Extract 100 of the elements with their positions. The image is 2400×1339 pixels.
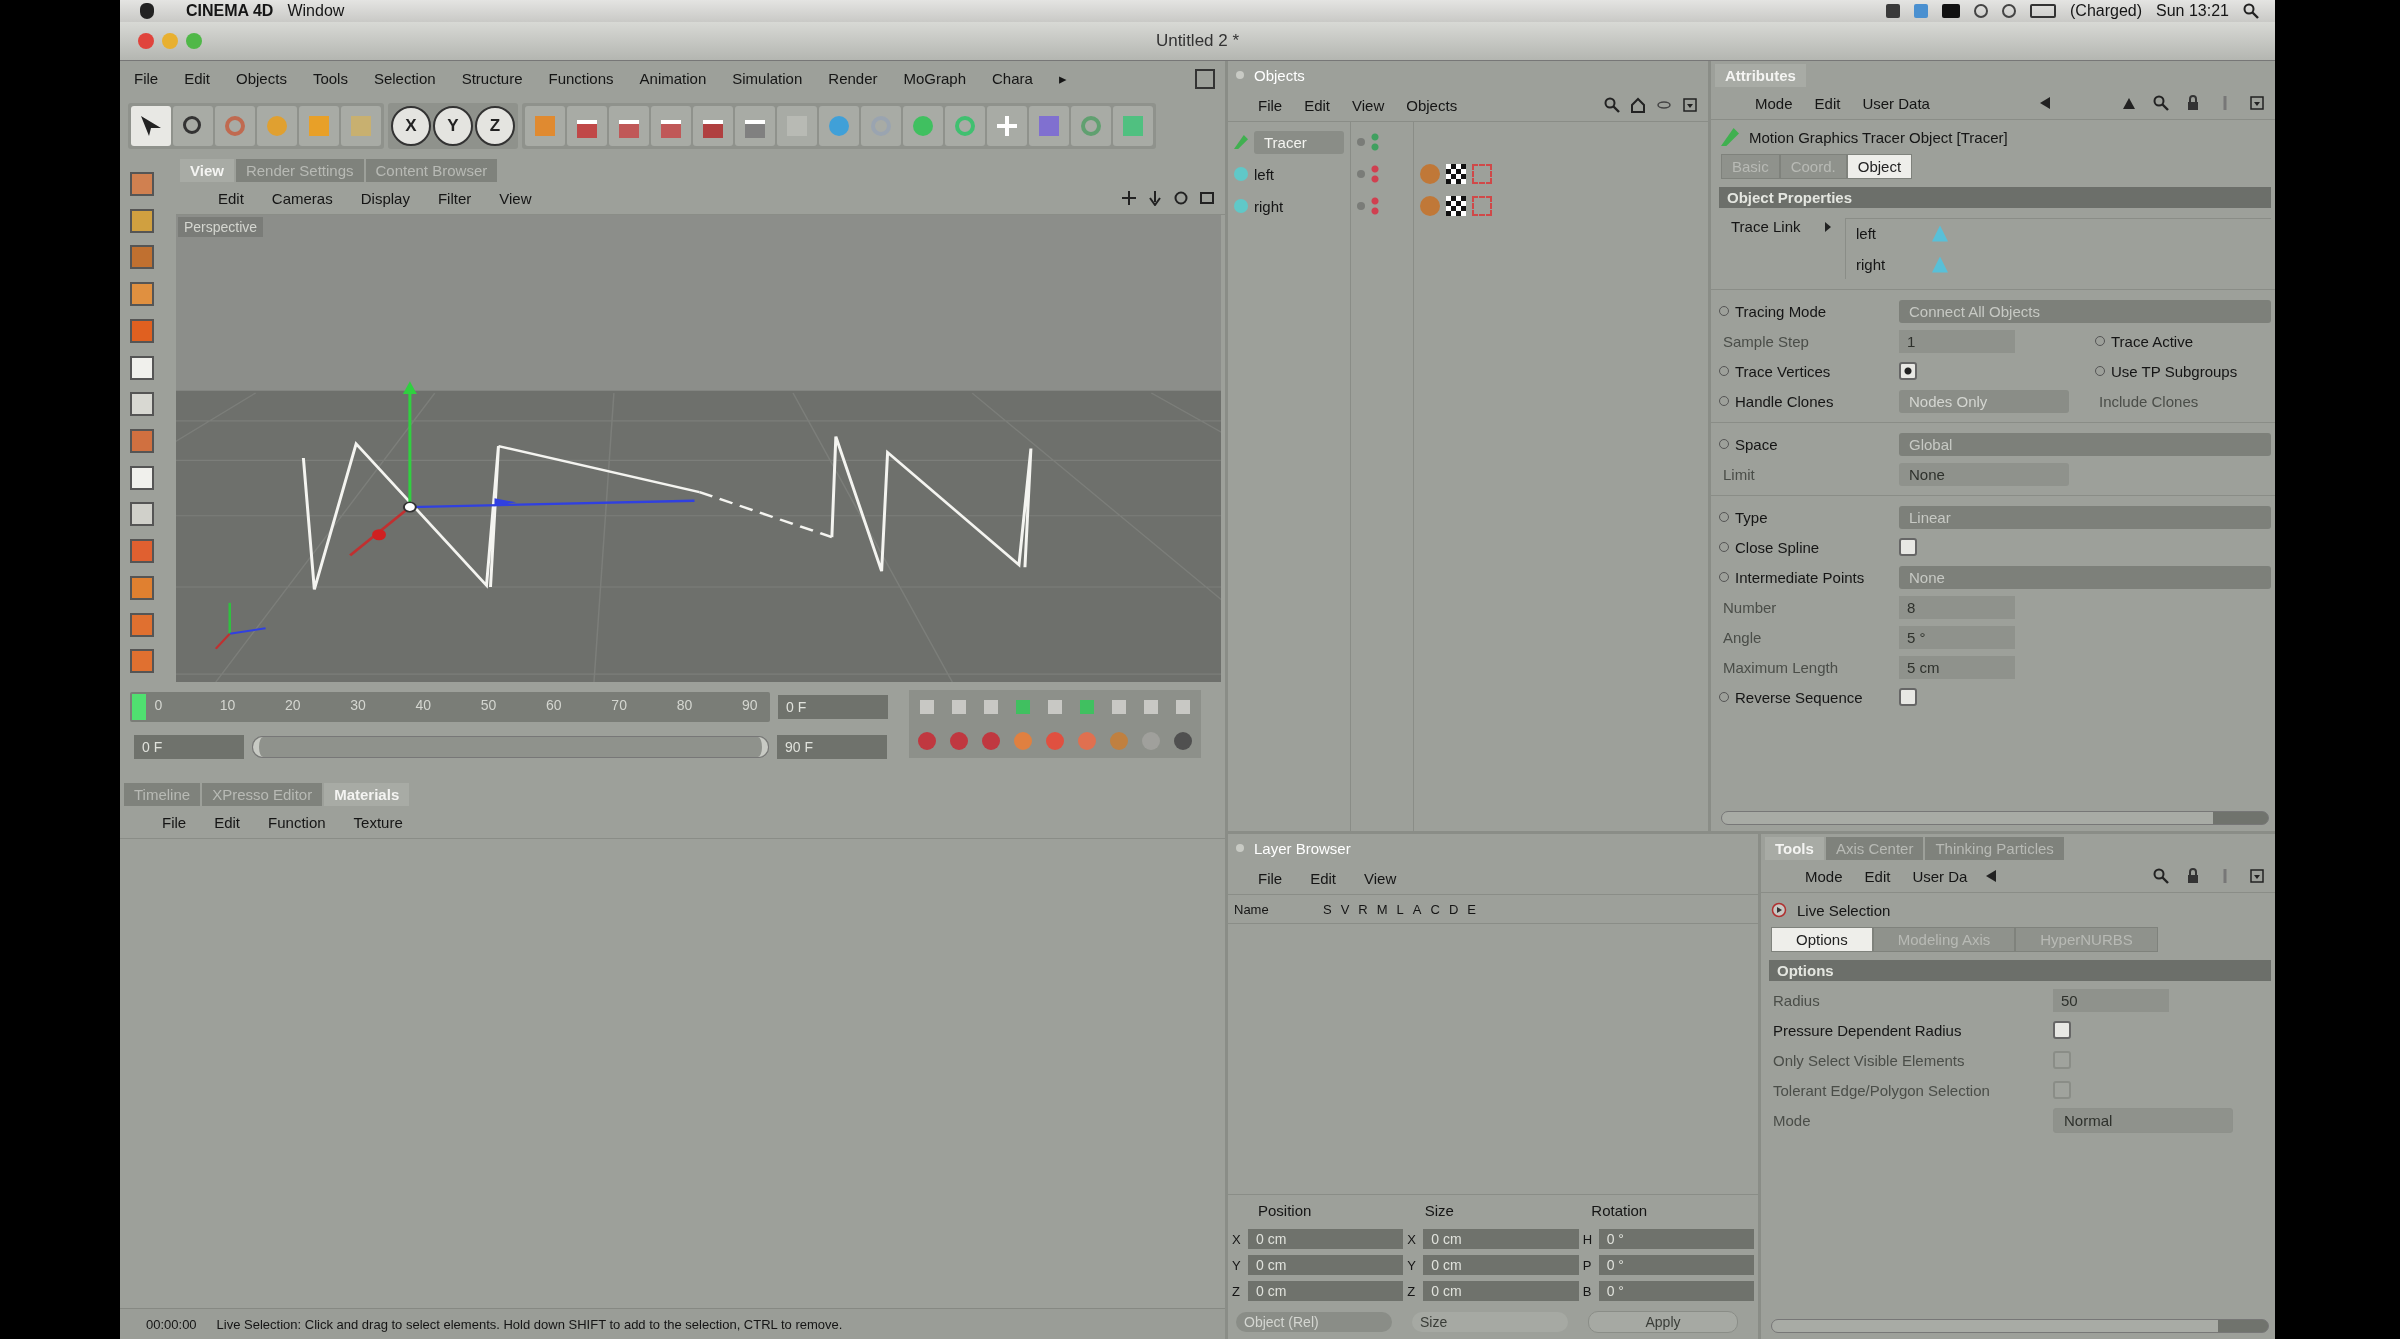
frame-field[interactable]: 0 F — [778, 695, 888, 719]
column-header[interactable]: M — [1376, 901, 1388, 917]
apple-icon[interactable] — [140, 3, 154, 19]
tab[interactable]: Object — [1846, 154, 1913, 179]
menu-item[interactable]: File — [134, 70, 159, 87]
move-icon[interactable] — [1121, 190, 1137, 206]
menu-item[interactable]: Functions — [548, 70, 614, 87]
menu-item[interactable]: View — [499, 189, 532, 207]
battery-icon[interactable] — [2030, 4, 2056, 18]
panel-menu-icon[interactable] — [2249, 868, 2265, 884]
column-header[interactable]: C — [1430, 901, 1440, 917]
menu-item[interactable]: File — [1258, 96, 1283, 114]
tag-icon[interactable] — [1420, 164, 1440, 184]
search-icon[interactable] — [2153, 95, 2169, 111]
spline-drawing[interactable] — [302, 435, 1033, 591]
lock-icon[interactable] — [2185, 868, 2201, 884]
menu-item[interactable]: Chara — [992, 70, 1033, 87]
down-arrow-icon[interactable] — [1147, 190, 1163, 206]
app-menu[interactable]: CINEMA 4D — [186, 2, 274, 20]
grid-tag-icon[interactable] — [1472, 196, 1492, 216]
visibility-dot-icon[interactable] — [1357, 202, 1365, 210]
menu-item[interactable]: Edit — [1310, 869, 1337, 887]
checkbox[interactable] — [1899, 362, 1917, 380]
spline-segment[interactable] — [699, 490, 833, 539]
column-header[interactable]: Name — [1234, 901, 1314, 917]
coordinate-field[interactable]: 0 cm — [1248, 1255, 1404, 1275]
layout-icon[interactable] — [1195, 68, 1215, 89]
visibility-dot-icon[interactable] — [1357, 170, 1365, 178]
coordinate-field[interactable]: 0 ° — [1598, 1281, 1754, 1301]
visibility-dots-icon[interactable] — [1371, 164, 1379, 184]
menu-item[interactable]: Edit — [1304, 96, 1331, 114]
object-name[interactable]: left — [1254, 165, 1274, 183]
axis-lock-button[interactable]: Z — [475, 106, 515, 146]
search-icon[interactable] — [1604, 97, 1620, 113]
menu-item[interactable]: Mode — [1805, 867, 1843, 885]
tab[interactable]: Options — [1771, 927, 1873, 952]
coordinate-field[interactable]: 0 ° — [1598, 1229, 1754, 1249]
menu-item[interactable]: Structure — [461, 70, 523, 87]
menu-item[interactable]: Function — [268, 813, 326, 831]
film-icon[interactable] — [567, 106, 607, 146]
visibility-dot-icon[interactable] — [1357, 138, 1365, 146]
ring-icon[interactable] — [1071, 106, 1111, 146]
coordinate-field[interactable]: 0 ° — [1598, 1255, 1754, 1275]
more-arrow[interactable]: ▸ — [1058, 69, 1067, 88]
checkbox[interactable] — [1899, 538, 1917, 556]
link-item[interactable]: left — [1856, 225, 1902, 242]
menu-item[interactable]: Edit — [1814, 94, 1841, 112]
scrollbar[interactable] — [1771, 1319, 2269, 1333]
menu-item[interactable]: Objects — [1406, 96, 1458, 114]
expand-arrow-icon[interactable] — [1825, 222, 1831, 232]
visibility-dots-icon[interactable] — [1371, 196, 1379, 216]
menu-item[interactable]: User Data — [1862, 94, 1930, 112]
checker-tag-icon[interactable] — [1446, 164, 1466, 184]
column-header[interactable]: S — [1323, 901, 1332, 917]
menu-item[interactable]: File — [1258, 869, 1283, 887]
column-header[interactable]: E — [1467, 901, 1476, 917]
menu-item[interactable]: Texture — [353, 813, 403, 831]
menu-item[interactable]: Render — [828, 70, 878, 87]
checkbox[interactable] — [1899, 688, 1917, 706]
menu-item[interactable]: Objects — [236, 70, 287, 87]
menu-item[interactable]: Selection — [373, 70, 436, 87]
tag-icon[interactable] — [1420, 196, 1440, 216]
search-icon[interactable] — [2243, 3, 2259, 19]
maximize-icon[interactable] — [1199, 190, 1215, 206]
rotate-icon[interactable] — [1173, 190, 1189, 206]
column-header[interactable]: V — [1340, 901, 1350, 917]
link-item[interactable]: right — [1856, 256, 1902, 273]
checkbox[interactable] — [2053, 1021, 2071, 1039]
coordinate-field[interactable]: 0 cm — [1423, 1229, 1579, 1249]
axis-gizmo-drawing[interactable] — [349, 381, 695, 557]
menu-item[interactable]: Edit — [214, 813, 241, 831]
coordinate-field[interactable]: 0 cm — [1248, 1229, 1404, 1249]
menu-item[interactable]: User Da — [1912, 867, 1968, 885]
column-header[interactable]: A — [1412, 901, 1422, 917]
panel-menu-icon[interactable] — [1682, 97, 1698, 113]
cursor-icon[interactable] — [131, 106, 171, 146]
panel-menu-icon[interactable] — [2249, 95, 2265, 111]
close-icon[interactable] — [138, 33, 154, 49]
magnifier-icon[interactable] — [173, 106, 213, 146]
menu-item[interactable]: View — [1352, 96, 1385, 114]
panel-grip-icon[interactable] — [1236, 71, 1244, 79]
axis-lock-button[interactable]: X — [391, 106, 431, 146]
coordinate-field[interactable]: 0 cm — [1248, 1281, 1404, 1301]
menu-item[interactable]: Window — [287, 2, 345, 20]
lock-icon[interactable] — [2185, 95, 2201, 111]
axis-lock-button[interactable]: Y — [433, 106, 473, 146]
search-icon[interactable] — [2153, 868, 2169, 884]
menu-item[interactable]: Tools — [312, 70, 348, 87]
coordinate-field[interactable]: 0 cm — [1423, 1281, 1579, 1301]
scrollbar[interactable] — [1721, 811, 2269, 825]
menu-item[interactable]: Edit — [218, 189, 244, 207]
film-icon[interactable] — [651, 106, 691, 146]
menu-item[interactable]: Animation — [639, 70, 707, 87]
menu-item[interactable]: Mode — [1755, 94, 1793, 112]
checker-tag-icon[interactable] — [1446, 196, 1466, 216]
frame-field[interactable]: 0 F — [134, 735, 244, 759]
dropdown[interactable]: Size — [1412, 1312, 1568, 1332]
menu-item[interactable]: Display — [360, 189, 410, 207]
range-slider[interactable] — [253, 737, 768, 757]
volume-icon[interactable] — [2002, 4, 2016, 18]
